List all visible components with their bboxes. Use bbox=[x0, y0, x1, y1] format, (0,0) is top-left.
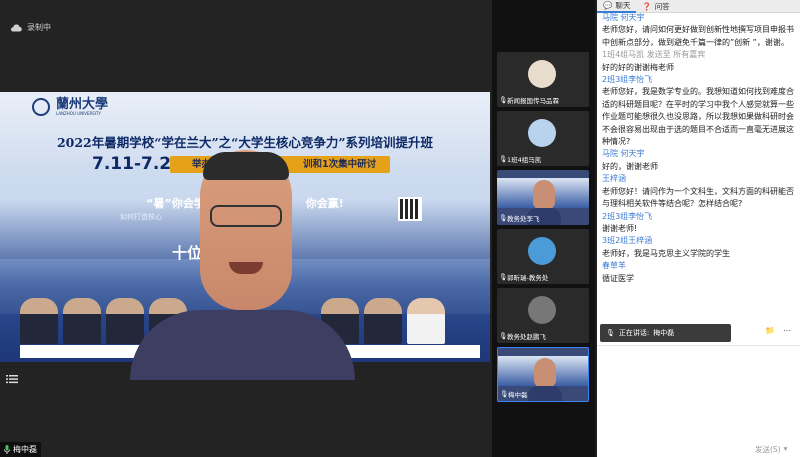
chat-message: 2班3组李怡飞 谢谢老师! bbox=[602, 211, 794, 236]
chat-message: 马院 何天宇好的，谢谢老师 bbox=[602, 148, 794, 173]
mic-off-icon: 🎙 bbox=[499, 332, 508, 340]
mic-off-icon: 🎙 bbox=[499, 96, 508, 104]
mic-off-icon: 🎙 bbox=[499, 273, 508, 281]
message-text: 谢谢老师! bbox=[602, 223, 638, 233]
list-menu-icon bbox=[6, 375, 18, 384]
speaking-indicator: 🎙 正在讲话: 梅中磊 bbox=[600, 324, 731, 342]
participant-label: 🎙 教务处李飞 bbox=[499, 213, 540, 223]
lecturer-photo bbox=[20, 298, 58, 344]
message-text: 老师您好，请问如何更好做到创新性地撰写项目申报书中创新点部分，做到避免千篇一律的… bbox=[602, 25, 794, 47]
menu-button[interactable] bbox=[4, 372, 20, 386]
message-sender: 1班4组马凯 发送至 所有嘉宾 bbox=[602, 50, 706, 60]
lecturer-photo bbox=[63, 298, 101, 344]
participant-name: 梅中磊 bbox=[508, 391, 528, 399]
main-speaker-tag: 梅中磊 bbox=[0, 442, 41, 457]
participant-name: 教务处李飞 bbox=[507, 215, 540, 223]
participant-list: 🎙 新闻报国传马品霖 🎙 1班4组马凯 🎙 教务处李飞 🎙 郭昕瑞-教务处 🎙 教务处赵鹏… bbox=[492, 0, 595, 457]
qr-code bbox=[398, 197, 422, 221]
meeting-window: 录制中 蘭州大學 LANZHOU UNIVERSITY 2022年暑期学校“学在… bbox=[0, 0, 800, 457]
logo-text: 蘭州大學 bbox=[56, 97, 109, 112]
participant-label: 🎙 教务处赵鹏飞 bbox=[499, 331, 546, 341]
university-seal-icon bbox=[32, 98, 50, 116]
participant-tile[interactable]: 🎙 教务处赵鹏飞 bbox=[497, 288, 589, 343]
mic-icon: 🎙 bbox=[606, 329, 615, 337]
chat-message: 王梓涵老师您好！请问作为一个文科生，文科方面的科研能否与理科相关软件等结合呢？怎… bbox=[602, 173, 794, 210]
send-label: 发送(S) bbox=[755, 445, 781, 454]
lecturer-photo bbox=[364, 298, 402, 344]
message-text: 老师您好，我是数学专业的。我想知道如何找到难度合适的科研题目呢？在平时的学习中我… bbox=[602, 87, 794, 147]
chat-message: 3班2组王梓涵老师好，我是马克思主义学院的学生 bbox=[602, 235, 794, 260]
chat-message: 马院 何天宇老师您好，请问如何更好做到创新性地撰写项目申报书中创新点部分，做到避… bbox=[602, 12, 794, 49]
chat-panel: 💬 聊天 ❓ 问答 马院 何天宇老师您好，请问如何更好做到创新性地撰写项目申报书… bbox=[597, 0, 800, 457]
message-sender: 王梓涵 bbox=[602, 174, 626, 184]
message-text: 老师好，我是马克思主义学院的学生 bbox=[602, 248, 730, 258]
speaking-label: 正在讲话: bbox=[618, 329, 650, 337]
participant-face bbox=[533, 180, 555, 210]
message-sender: 春草羊 bbox=[602, 261, 626, 271]
lecturer-photo bbox=[407, 298, 445, 344]
chat-input[interactable] bbox=[597, 345, 800, 443]
cloud-icon bbox=[11, 23, 22, 31]
participant-avatar bbox=[528, 296, 556, 324]
participant-name: 新闻报国传马品霖 bbox=[507, 97, 559, 105]
recording-label: 录制中 bbox=[27, 23, 51, 32]
chat-messages: 马院 何天宇老师您好，请问如何更好做到创新性地撰写项目申报书中创新点部分，做到避… bbox=[602, 12, 794, 322]
main-speaker-name: 梅中磊 bbox=[13, 445, 37, 454]
qa-icon: ❓ bbox=[642, 2, 652, 11]
chat-tools: 📁 ⋯ bbox=[765, 326, 791, 335]
message-sender: 马院 何天宇 bbox=[602, 13, 645, 22]
speaker-glasses bbox=[210, 205, 282, 227]
participant-tile[interactable]: 🎙 1班4组马凯 bbox=[497, 111, 589, 166]
slide-title: 2022年暑期学校“学在兰大”之“大学生核心竞争力”系列培训提升班 bbox=[56, 135, 434, 150]
chat-icon: 💬 bbox=[603, 1, 613, 10]
speaker-body bbox=[130, 310, 355, 380]
speaking-name: 梅中磊 bbox=[653, 329, 675, 337]
chat-message: 2班3组李怡飞老师您好，我是数学专业的。我想知道如何找到难度合适的科研题目呢？在… bbox=[602, 74, 794, 148]
message-sender: 3班2组王梓涵 bbox=[602, 236, 653, 246]
chat-message: 1班4组马凯 发送至 所有嘉宾 好的好的谢谢梅老师 bbox=[602, 49, 794, 74]
participant-label: 🎙 新闻报国传马品霖 bbox=[499, 95, 559, 105]
chevron-down-icon[interactable]: ▾ bbox=[784, 444, 788, 455]
mic-on-icon bbox=[4, 445, 10, 454]
message-text: 好的好的谢谢梅老师 bbox=[602, 62, 674, 72]
main-video-area: 录制中 蘭州大學 LANZHOU UNIVERSITY 2022年暑期学校“学在… bbox=[0, 0, 492, 457]
logo-subtext: LANZHOU UNIVERSITY bbox=[56, 111, 101, 116]
participant-tile[interactable]: 🎙 教务处李飞 bbox=[497, 170, 589, 225]
folder-icon[interactable]: 📁 bbox=[765, 326, 775, 335]
mic-on-icon: 🎙 bbox=[500, 390, 509, 398]
more-icon[interactable]: ⋯ bbox=[783, 326, 791, 335]
university-logo: 蘭州大學 LANZHOU UNIVERSITY bbox=[32, 98, 108, 116]
message-sender: 2班3组李怡飞 bbox=[602, 75, 653, 85]
message-sender: 2班3组李怡飞 bbox=[602, 211, 653, 221]
speaker-hair bbox=[203, 152, 289, 180]
participant-name: 教务处赵鹏飞 bbox=[507, 333, 546, 341]
participant-avatar bbox=[528, 237, 556, 265]
participant-label: 🎙 梅中磊 bbox=[500, 389, 528, 399]
participant-name: 郭昕瑞-教务处 bbox=[507, 274, 549, 282]
lecturer-photo bbox=[106, 298, 144, 344]
speaker-video bbox=[130, 150, 355, 380]
send-button[interactable]: 发送(S) ▾ bbox=[755, 444, 787, 455]
mic-off-icon: 🎙 bbox=[499, 155, 508, 163]
recording-indicator: 录制中 bbox=[10, 22, 51, 33]
participant-face bbox=[534, 358, 556, 388]
participant-tile[interactable]: 🎙 郭昕瑞-教务处 bbox=[497, 229, 589, 284]
message-text: 循证医学 bbox=[602, 273, 634, 283]
participant-label: 🎙 郭昕瑞-教务处 bbox=[499, 272, 548, 282]
participant-name: 1班4组马凯 bbox=[507, 156, 542, 164]
participant-avatar bbox=[528, 119, 556, 147]
participant-tile-active[interactable]: 🎙 梅中磊 bbox=[497, 347, 589, 402]
participant-label: 🎙 1班4组马凯 bbox=[499, 154, 541, 164]
tab-qa-label: 问答 bbox=[654, 2, 670, 11]
tab-chat-label: 聊天 bbox=[615, 1, 631, 10]
message-sender: 马院 何天宇 bbox=[602, 149, 645, 159]
message-text: 老师您好！请问作为一个文科生，文科方面的科研能否与理科相关软件等结合呢？怎样结合… bbox=[602, 186, 794, 209]
mic-off-icon: 🎙 bbox=[499, 214, 508, 222]
participant-shirt bbox=[528, 386, 562, 401]
participant-tile[interactable]: 🎙 新闻报国传马品霖 bbox=[497, 52, 589, 107]
participant-avatar bbox=[528, 60, 556, 88]
chat-message: 春草羊 循证医学 bbox=[602, 260, 794, 285]
message-text: 好的，谢谢老师 bbox=[602, 161, 658, 171]
